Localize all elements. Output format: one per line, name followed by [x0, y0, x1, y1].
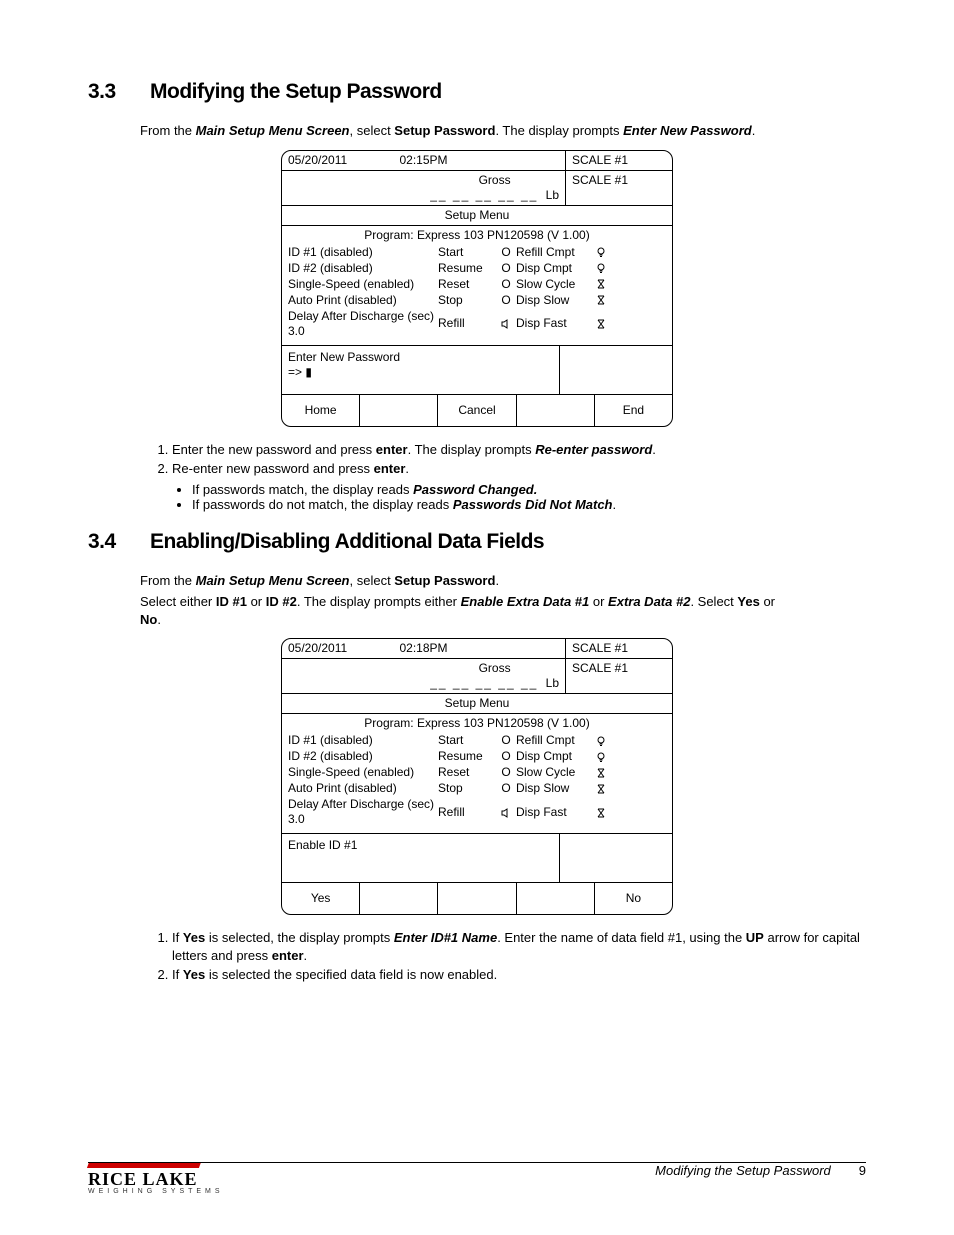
menu-item: ID #2 (disabled)	[288, 261, 438, 276]
prompt-label: Enable ID #1	[288, 838, 553, 853]
hourglass-icon	[594, 805, 608, 820]
hourglass-icon	[594, 277, 608, 292]
hourglass-icon	[594, 316, 608, 331]
bulb-icon	[594, 261, 608, 276]
bullet: If passwords do not match, the display r…	[192, 497, 866, 512]
unit-lb: Lb	[546, 676, 559, 690]
setup-menu-screen-1: 05/20/2011 02:15PM SCALE #1 Gross __ __ …	[281, 150, 673, 427]
hourglass-icon	[594, 293, 608, 308]
speaker-icon	[496, 316, 516, 331]
blank-button[interactable]	[438, 883, 516, 914]
section-3-3-heading: 3.3 Modifying the Setup Password	[88, 80, 866, 104]
section-3-3-steps: Enter the new password and press enter. …	[172, 441, 866, 478]
section-3-3-bullets: If passwords match, the display reads Pa…	[192, 482, 866, 512]
menu-item: Delay After Discharge (sec) 3.0	[288, 309, 438, 339]
blank-button[interactable]	[360, 883, 438, 914]
bullet: If passwords match, the display reads Pa…	[192, 482, 866, 497]
screen-scale-label-bottom: SCALE #1	[565, 171, 672, 205]
menu-item: Single-Speed (enabled)	[288, 277, 438, 292]
section-number: 3.3	[88, 80, 122, 104]
menu-item: ID #1 (disabled)	[288, 245, 438, 260]
screen-time: 02:18PM	[399, 641, 447, 656]
cancel-button[interactable]: Cancel	[438, 395, 516, 426]
program-line: Program: Express 103 PN120598 (V 1.00)	[288, 228, 666, 243]
menu-item: Single-Speed (enabled)	[288, 765, 438, 780]
bulb-icon	[594, 733, 608, 748]
page-footer: Modifying the Setup Password 9	[88, 1162, 866, 1199]
section-3-4-intro-2: Select either ID #1 or ID #2. The displa…	[140, 593, 796, 628]
screen-scale-label-top: SCALE #1	[565, 151, 672, 170]
hourglass-icon	[594, 765, 608, 780]
gross-label: Gross	[430, 661, 559, 676]
program-line: Program: Express 103 PN120598 (V 1.00)	[288, 716, 666, 731]
screen-date: 05/20/2011	[288, 153, 399, 168]
section-title: Modifying the Setup Password	[150, 80, 442, 104]
section-3-4-intro-1: From the Main Setup Menu Screen, select …	[140, 572, 866, 590]
screen-scale-label-top: SCALE #1	[565, 639, 672, 658]
bulb-icon	[594, 749, 608, 764]
footer-title: Modifying the Setup Password	[655, 1163, 831, 1178]
screen-scale-label-bottom: SCALE #1	[565, 659, 672, 693]
gross-label: Gross	[430, 173, 559, 188]
end-button[interactable]: End	[595, 395, 672, 426]
page-number: 9	[859, 1163, 866, 1178]
unit-lb: Lb	[546, 188, 559, 202]
blank-button[interactable]	[517, 395, 595, 426]
hourglass-icon	[594, 781, 608, 796]
menu-item: Delay After Discharge (sec) 3.0	[288, 797, 438, 827]
setup-menu-screen-2: 05/20/2011 02:18PM SCALE #1 Gross __ __ …	[281, 638, 673, 915]
menu-item: ID #2 (disabled)	[288, 749, 438, 764]
section-3-4-heading: 3.4 Enabling/Disabling Additional Data F…	[88, 530, 866, 554]
setup-menu-title: Setup Menu	[282, 694, 672, 714]
step-2: If Yes is selected the specified data fi…	[172, 966, 866, 984]
menu-item: Auto Print (disabled)	[288, 293, 438, 308]
step-2: Re-enter new password and press enter.	[172, 460, 866, 478]
weight-dashes: __ __ __ __ __	[430, 676, 538, 690]
section-3-3-intro: From the Main Setup Menu Screen, select …	[140, 122, 866, 140]
weight-dashes: __ __ __ __ __	[430, 188, 538, 202]
step-1: If Yes is selected, the display prompts …	[172, 929, 866, 964]
blank-button[interactable]	[360, 395, 438, 426]
screen-time: 02:15PM	[399, 153, 447, 168]
prompt-label: Enter New Password	[288, 350, 553, 365]
bulb-icon	[594, 245, 608, 260]
yes-button[interactable]: Yes	[282, 883, 360, 914]
menu-item: Auto Print (disabled)	[288, 781, 438, 796]
section-3-4-steps: If Yes is selected, the display prompts …	[172, 929, 866, 984]
section-number: 3.4	[88, 530, 122, 554]
setup-menu-title: Setup Menu	[282, 206, 672, 226]
section-title: Enabling/Disabling Additional Data Field…	[150, 530, 544, 554]
prompt-cursor: => ▮	[288, 365, 553, 380]
blank-button[interactable]	[517, 883, 595, 914]
menu-item: ID #1 (disabled)	[288, 733, 438, 748]
screen-date: 05/20/2011	[288, 641, 399, 656]
no-button[interactable]: No	[595, 883, 672, 914]
step-1: Enter the new password and press enter. …	[172, 441, 866, 459]
home-button[interactable]: Home	[282, 395, 360, 426]
speaker-icon	[496, 805, 516, 820]
